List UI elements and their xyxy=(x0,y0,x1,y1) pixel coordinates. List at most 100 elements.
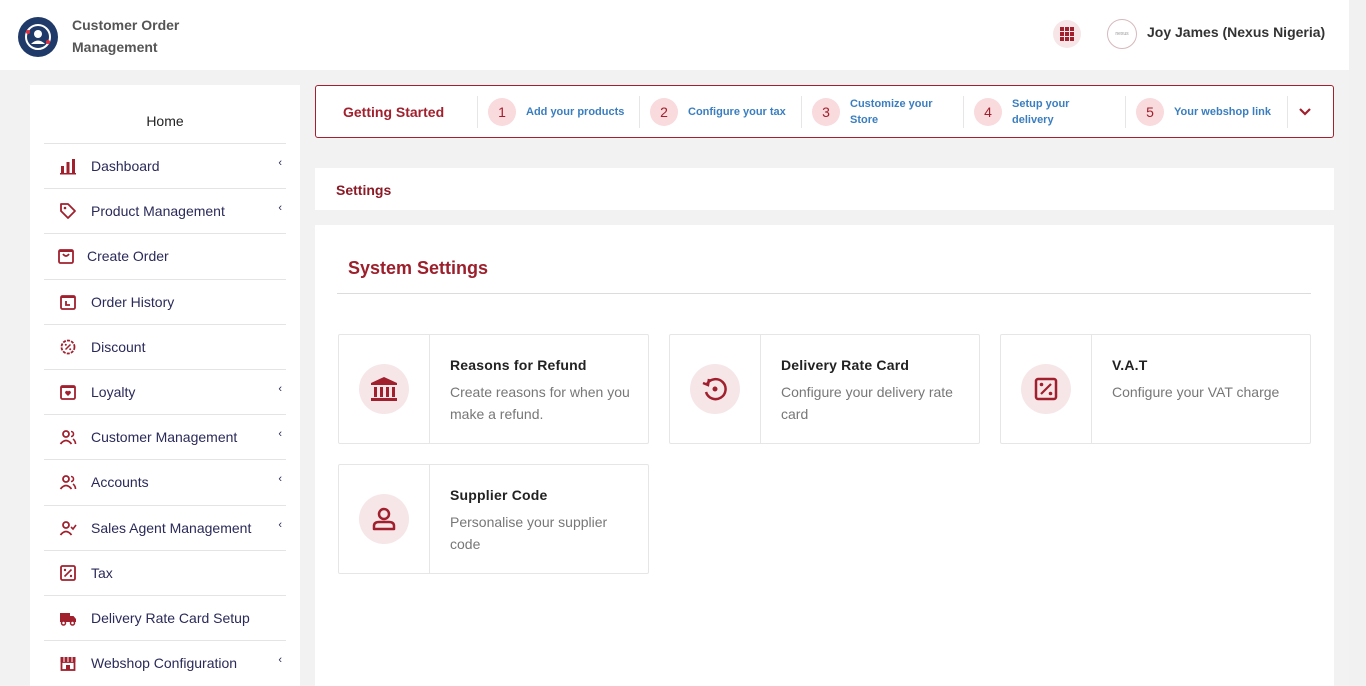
settings-card-reasons-for-refund[interactable]: Reasons for Refund Create reasons for wh… xyxy=(338,334,649,444)
card-description: Configure your VAT charge xyxy=(1112,384,1280,400)
user-check-icon xyxy=(58,518,78,538)
step-label: Customize your Store xyxy=(850,98,933,126)
chevron-left-icon: ‹ xyxy=(278,202,282,215)
card-icon-box xyxy=(670,335,761,443)
breadcrumb-current: Settings xyxy=(336,182,392,198)
discount-icon xyxy=(58,337,78,357)
loyalty-bag-icon xyxy=(58,382,78,402)
chevron-left-icon: ‹ xyxy=(278,382,282,395)
user-icon xyxy=(359,494,409,544)
sidebar-item-sales-agent-management[interactable]: Sales Agent Management ‹ xyxy=(44,504,286,550)
setup-step-4[interactable]: 4 Setup your delivery xyxy=(974,96,1092,128)
bank-icon xyxy=(359,364,409,414)
sidebar-item-product-management[interactable]: Product Management ‹ xyxy=(44,188,286,233)
sidebar-item-label: Product Management xyxy=(91,203,225,220)
step-number: 3 xyxy=(812,98,840,126)
step-label: Your webshop link xyxy=(1174,106,1271,118)
setup-step-2[interactable]: 2 Configure your tax xyxy=(650,96,808,128)
bar-chart-icon xyxy=(58,156,78,176)
card-description: Personalise your supplier code xyxy=(450,514,608,552)
tag-icon xyxy=(58,201,78,221)
settings-card-vat[interactable]: V.A.T Configure your VAT charge xyxy=(1000,334,1311,444)
sidebar-item-discount[interactable]: Discount xyxy=(44,323,286,369)
sidebar-item-label: Sales Agent Management xyxy=(91,519,252,536)
percent-icon xyxy=(1021,364,1071,414)
getting-started-toggle[interactable] xyxy=(1297,103,1313,119)
apps-grid-button[interactable] xyxy=(1053,20,1081,48)
settings-card-delivery-rate-card[interactable]: Delivery Rate Card Configure your delive… xyxy=(669,334,980,444)
app-title: Customer Order Management xyxy=(72,17,180,55)
sidebar-item-webshop-configuration[interactable]: Webshop Configuration ‹ xyxy=(44,640,286,685)
sidebar-item-dashboard[interactable]: Dashboard ‹ xyxy=(44,143,286,188)
sidebar-item-customer-management[interactable]: Customer Management ‹ xyxy=(44,414,286,459)
avatar-text: nexus xyxy=(1115,31,1129,37)
card-icon-box xyxy=(339,335,430,443)
setup-step-1[interactable]: 1 Add your products xyxy=(488,96,636,128)
chevron-left-icon: ‹ xyxy=(278,473,282,486)
sidebar-item-order-history[interactable]: Order History xyxy=(44,278,286,324)
chevron-left-icon: ‹ xyxy=(278,428,282,441)
step-label: Add your products xyxy=(526,106,625,118)
divider xyxy=(337,293,1311,294)
chevron-left-icon: ‹ xyxy=(278,654,282,667)
store-icon xyxy=(58,653,78,673)
sidebar: Home Dashboard ‹ Product Management ‹ Cr… xyxy=(30,85,300,686)
order-history-icon xyxy=(58,292,78,312)
chevron-down-icon xyxy=(1299,108,1311,116)
divider xyxy=(801,96,802,128)
top-bar: Customer Order Management nexus Joy Jame… xyxy=(0,0,1349,70)
card-description: Create reasons for when you make a refun… xyxy=(450,384,630,422)
step-number: 2 xyxy=(650,98,678,126)
user-avatar[interactable]: nexus xyxy=(1107,19,1137,49)
sidebar-item-label: Customer Management xyxy=(91,429,238,446)
sidebar-item-label: Order History xyxy=(91,293,175,310)
sidebar-item-label: Delivery Rate Card Setup xyxy=(91,609,250,626)
getting-started-bar: Getting Started 1 Add your products 2 Co… xyxy=(315,85,1334,138)
sidebar-item-label: Webshop Configuration xyxy=(91,655,238,672)
divider xyxy=(1287,96,1288,128)
card-title: Reasons for Refund xyxy=(450,357,587,373)
app-logo[interactable] xyxy=(18,17,58,57)
sidebar-item-label: Accounts xyxy=(91,474,149,491)
sidebar-item-create-order[interactable]: Create Order xyxy=(44,233,286,278)
sidebar-item-label: Dashboard xyxy=(91,158,160,175)
sidebar-menu: Dashboard ‹ Product Management ‹ Create … xyxy=(44,143,286,685)
logo-icon xyxy=(25,24,51,50)
sidebar-home-link[interactable]: Home xyxy=(30,113,300,129)
getting-started-title: Getting Started xyxy=(343,104,445,120)
chevron-left-icon: ‹ xyxy=(278,518,282,531)
users-icon xyxy=(58,427,78,447)
card-title: V.A.T xyxy=(1112,357,1148,373)
settings-card-supplier-code[interactable]: Supplier Code Personalise your supplier … xyxy=(338,464,649,574)
page-title: System Settings xyxy=(348,258,489,278)
step-label: Setup your delivery xyxy=(1012,98,1070,126)
truck-icon xyxy=(58,608,78,628)
step-number: 1 xyxy=(488,98,516,126)
chevron-left-icon: ‹ xyxy=(278,157,282,169)
divider xyxy=(963,96,964,128)
percent-icon xyxy=(58,563,78,583)
divider xyxy=(1125,96,1126,128)
shopping-bag-icon xyxy=(56,246,76,266)
sidebar-item-tax[interactable]: Tax xyxy=(44,549,286,595)
user-name[interactable]: Joy James (Nexus Nigeria) xyxy=(1147,24,1325,40)
card-description: Configure your delivery rate card xyxy=(781,384,953,422)
sidebar-item-delivery-rate-card-setup[interactable]: Delivery Rate Card Setup xyxy=(44,594,286,640)
card-icon-box xyxy=(1001,335,1092,443)
setup-step-3[interactable]: 3 Customize your Store xyxy=(812,96,950,128)
sidebar-item-label: Create Order xyxy=(87,248,169,265)
sidebar-item-accounts[interactable]: Accounts ‹ xyxy=(44,459,286,504)
step-number: 4 xyxy=(974,98,1002,126)
sidebar-item-label: Loyalty xyxy=(91,384,136,401)
divider xyxy=(477,96,478,128)
page-scrollbar[interactable] xyxy=(1349,0,1366,686)
divider xyxy=(639,96,640,128)
sidebar-item-label: Tax xyxy=(91,564,113,581)
step-label: Configure your tax xyxy=(688,106,786,118)
sidebar-item-label: Discount xyxy=(91,338,146,355)
sidebar-item-loyalty[interactable]: Loyalty ‹ xyxy=(44,368,286,414)
card-title: Delivery Rate Card xyxy=(781,357,910,373)
breadcrumb: Settings xyxy=(315,168,1334,210)
card-icon-box xyxy=(339,465,430,573)
setup-step-5[interactable]: 5 Your webshop link xyxy=(1136,96,1294,128)
